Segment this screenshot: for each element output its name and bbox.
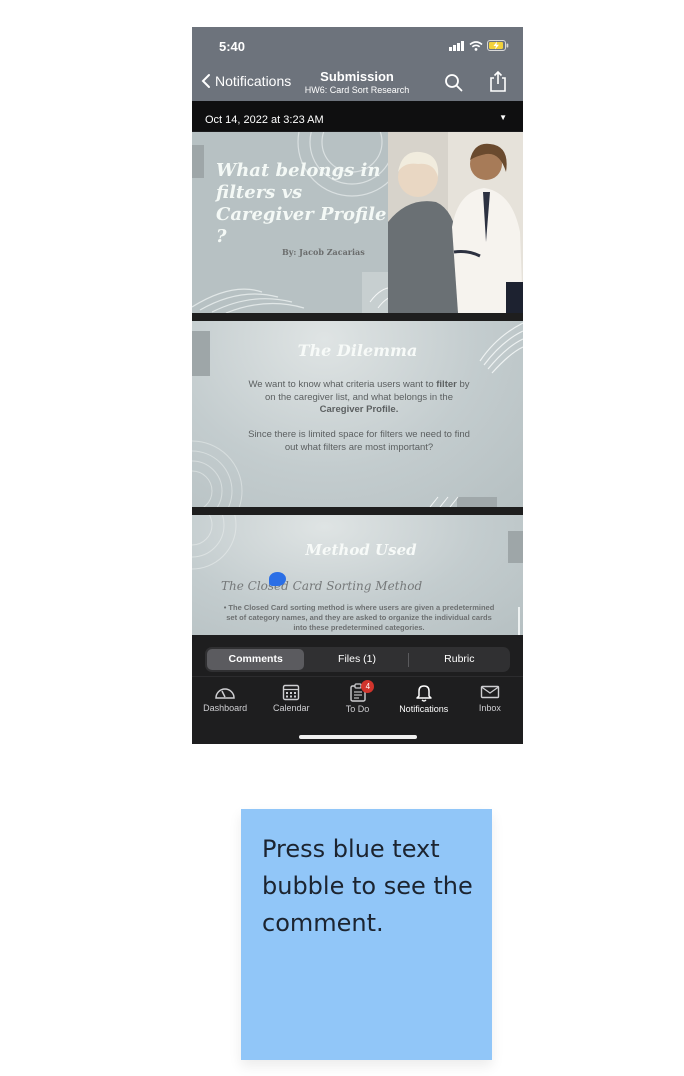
signal-icon — [449, 40, 464, 51]
page-subtitle: HW6: Card Sort Research — [304, 85, 410, 95]
text-run: The Closed Card sorting method is where … — [226, 603, 495, 632]
tab-label: To Do — [345, 704, 370, 714]
slide2-paragraph-1: We want to know what criteria users want… — [244, 379, 474, 417]
instruction-note: Press blue text bubble to see the commen… — [241, 809, 492, 1060]
text-run-bold: Caregiver Profile. — [319, 404, 399, 415]
search-icon[interactable] — [444, 73, 464, 93]
slide-separator — [192, 507, 523, 515]
segment-rubric[interactable]: Rubric — [411, 649, 508, 670]
comment-bubble-icon[interactable] — [269, 572, 286, 586]
dashboard-icon — [215, 688, 235, 699]
tab-label: Calendar — [273, 703, 310, 713]
calendar-icon — [283, 684, 300, 701]
phone-screen: 5:40 Notifications Submission HW6: Card … — [192, 27, 523, 744]
battery-icon — [487, 40, 509, 51]
slide2-title: The Dilemma — [297, 341, 418, 360]
slide-dilemma: The Dilemma We want to know what criteri… — [192, 321, 523, 507]
back-button[interactable]: Notifications — [201, 73, 291, 89]
slide-title: What belongs in filters vs Caregiver Pro… — [192, 132, 523, 313]
bottom-sheet: Comments Files (1) Rubric Dashboard Cale… — [192, 635, 523, 744]
tab-dashboard[interactable]: Dashboard — [192, 677, 258, 727]
text-run: We want to know what criteria users want… — [248, 379, 437, 390]
caregiver-photo — [388, 132, 523, 313]
segment-divider — [407, 652, 409, 667]
instruction-note-text: Press blue text bubble to see the commen… — [262, 835, 473, 937]
submission-date-selector[interactable]: Oct 14, 2022 at 3:23 AM ▼ — [192, 101, 523, 131]
home-indicator — [299, 735, 417, 739]
slide1-author: By: Jacob Zacarias — [282, 247, 365, 257]
tab-todo[interactable]: 4 To Do — [324, 677, 390, 727]
tab-calendar[interactable]: Calendar — [258, 677, 324, 727]
status-icons — [449, 40, 509, 51]
tab-label: Notifications — [399, 704, 449, 714]
share-icon[interactable] — [488, 70, 508, 94]
slide2-paragraph-2: Since there is limited space for filters… — [248, 429, 470, 453]
wifi-icon — [469, 40, 483, 51]
segment-comments[interactable]: Comments — [207, 649, 305, 670]
chevron-left-icon — [201, 74, 210, 88]
segmented-control: Comments Files (1) Rubric — [205, 647, 510, 672]
bell-icon — [415, 685, 432, 702]
slide3-title: Method Used — [305, 541, 417, 559]
slide3-bullet: • The Closed Card sorting method is wher… — [223, 603, 495, 632]
segment-files[interactable]: Files (1) — [308, 649, 405, 670]
tab-notifications[interactable]: Notifications — [391, 677, 457, 727]
slide-method: Method Used The Closed Card Sorting Meth… — [192, 515, 523, 635]
text-run-bold: filter — [436, 379, 457, 390]
todo-count-badge: 4 — [361, 680, 375, 693]
nav-title-block: Submission HW6: Card Sort Research — [287, 69, 427, 95]
slide3-subtitle: The Closed Card Sorting Method — [221, 579, 423, 593]
tab-label: Dashboard — [203, 703, 248, 713]
tab-bar: Dashboard Calendar 4 To Do Notifications… — [192, 676, 523, 727]
navigation-bar: Notifications Submission HW6: Card Sort … — [192, 65, 523, 101]
tab-inbox[interactable]: Inbox — [457, 677, 523, 727]
tab-label: Inbox — [478, 703, 501, 713]
submission-date: Oct 14, 2022 at 3:23 AM — [205, 114, 324, 126]
status-bar: 5:40 — [192, 27, 523, 65]
caret-down-icon: ▼ — [499, 113, 507, 122]
slide1-title: What belongs in filters vs Caregiver Pro… — [216, 160, 387, 247]
status-time: 5:40 — [219, 39, 246, 54]
back-button-label: Notifications — [215, 73, 292, 89]
page-title: Submission — [320, 69, 394, 84]
slide-separator — [192, 313, 523, 321]
envelope-icon — [480, 685, 500, 699]
